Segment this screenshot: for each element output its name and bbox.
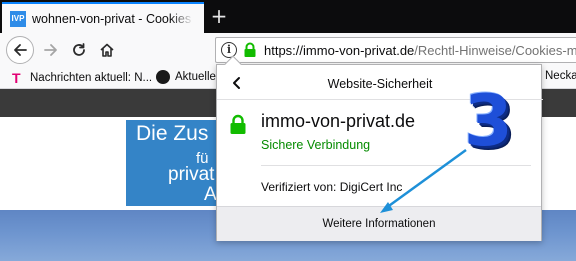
- url-bar[interactable]: i https://immo-von-privat.de/Rechtl-Hinw…: [215, 37, 576, 63]
- new-tab-plus-icon[interactable]: +: [208, 6, 230, 28]
- news-logo-icon: [156, 70, 170, 84]
- bookmark-label: Nachrichten aktuell: N...: [30, 72, 153, 84]
- website-banner: Die Zus fü privat A: [126, 120, 226, 206]
- bookmark-label: Aktuelle: [175, 71, 216, 83]
- url-text[interactable]: https://immo-von-privat.de/Rechtl-Hinwei…: [264, 43, 576, 58]
- url-host: https://immo-von-privat.de: [264, 43, 415, 58]
- banner-text-line: A: [204, 184, 217, 205]
- site-favicon-icon: IVP: [10, 10, 26, 27]
- tab-title: wohnen-von-privat - Cookies n: [32, 11, 192, 26]
- connection-status: Sichere Verbindung: [261, 138, 371, 152]
- arrow-left-icon: [14, 44, 27, 56]
- bookmark-nachrichten[interactable]: T Nachrichten aktuell: N...: [12, 70, 152, 86]
- banner-text-line: privat: [168, 164, 215, 185]
- tab-bar: IVP wohnen-von-privat - Cookies n +: [0, 0, 576, 33]
- lock-icon[interactable]: [243, 42, 257, 62]
- bookmark-aktuelle[interactable]: Aktuelle: [156, 70, 216, 84]
- more-information-button[interactable]: Weitere Informationen: [217, 206, 541, 241]
- divider: [261, 165, 531, 166]
- url-path: /Rechtl-Hinweise/Cookies-me: [414, 43, 576, 58]
- certificate-verifier: Verifiziert von: DigiCert Inc: [261, 180, 403, 194]
- secure-lock-icon: [229, 114, 247, 139]
- banner-text-line: Die Zus: [136, 122, 209, 145]
- home-button[interactable]: [96, 39, 118, 61]
- back-button[interactable]: [6, 36, 34, 64]
- telekom-logo-icon: T: [12, 70, 21, 86]
- bookmark-necka[interactable]: Necka.: [545, 70, 576, 82]
- tab-fade: [170, 4, 204, 33]
- reload-button[interactable]: [68, 39, 90, 61]
- browser-tab[interactable]: IVP wohnen-von-privat - Cookies n: [2, 2, 204, 33]
- home-icon: [100, 43, 114, 57]
- navigation-toolbar: i https://immo-von-privat.de/Rechtl-Hinw…: [0, 33, 576, 67]
- site-info-icon[interactable]: i: [221, 42, 237, 58]
- forward-button[interactable]: [40, 39, 62, 61]
- bookmark-label: Necka.: [545, 70, 576, 82]
- arrow-right-icon: [44, 44, 57, 56]
- reload-icon: [73, 43, 85, 56]
- step-number-badge: 3: [464, 80, 513, 162]
- site-domain: immo-von-privat.de: [261, 111, 416, 131]
